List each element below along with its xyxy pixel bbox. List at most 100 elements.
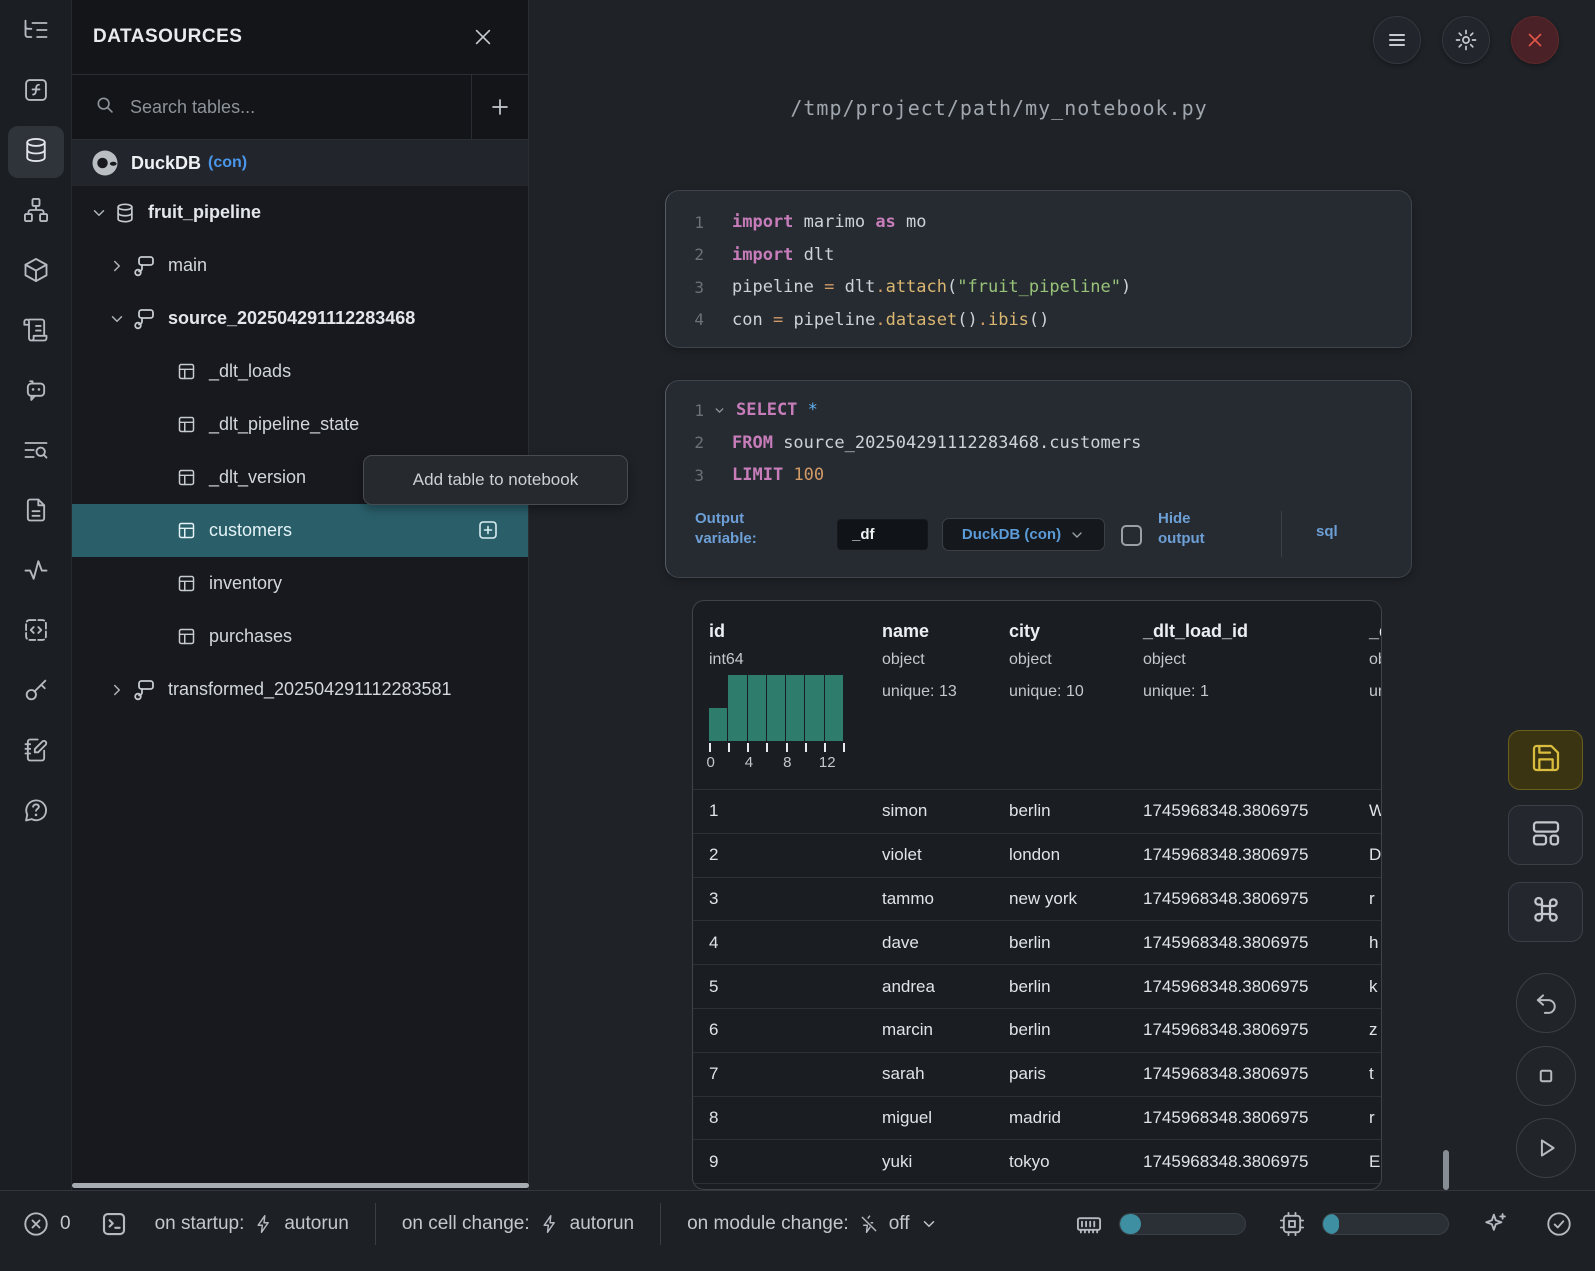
- table-cell: tokyo: [997, 1152, 1129, 1172]
- table-row[interactable]: 1simonberlin1745968348.3806975W: [693, 789, 1381, 833]
- table-row[interactable]: 9yukitokyo1745968348.3806975E: [693, 1139, 1381, 1183]
- schema-icon: [132, 254, 156, 278]
- on-module-change-control[interactable]: on module change: off: [687, 1213, 937, 1235]
- table-row[interactable]: 8miguelmadrid1745968348.3806975r: [693, 1096, 1381, 1140]
- nav-package-icon[interactable]: [8, 246, 64, 298]
- code-line[interactable]: 1SELECT *: [666, 394, 1411, 427]
- hide-output-checkbox[interactable]: [1121, 525, 1142, 546]
- undo-button[interactable]: [1516, 973, 1576, 1033]
- chevron-down-icon[interactable]: [90, 204, 108, 222]
- nav-list-search-icon[interactable]: [8, 426, 64, 478]
- tree-item-source_202504291112283468[interactable]: source_202504291112283468: [72, 292, 528, 345]
- search-input[interactable]: [130, 97, 471, 118]
- table-cell: berlin: [997, 933, 1129, 953]
- tree-item-main[interactable]: main: [72, 239, 528, 292]
- horizontal-scrollbar[interactable]: [72, 1183, 529, 1188]
- code-line[interactable]: 3pipeline = dlt.attach("fruit_pipeline"): [666, 271, 1411, 304]
- table-cell: t: [1361, 1064, 1381, 1084]
- tree-item-_dlt_pipeline_state[interactable]: _dlt_pipeline_state: [72, 398, 528, 451]
- connected-check-icon[interactable]: [1545, 1210, 1573, 1238]
- nav-activity-icon[interactable]: [8, 546, 64, 598]
- nav-code-box-icon[interactable]: [8, 606, 64, 658]
- column-header-_dlt_id[interactable]: _dlt_idobjectunique:: [1361, 601, 1381, 789]
- command-icon: [1530, 894, 1562, 931]
- table-row[interactable]: 7sarahparis1745968348.3806975t: [693, 1052, 1381, 1096]
- vertical-scrollbar[interactable]: [1443, 1150, 1449, 1190]
- histogram-tick-label: 8: [783, 754, 791, 771]
- sql-cell[interactable]: 1SELECT *2FROM source_202504291112283468…: [665, 380, 1412, 578]
- nav-chat-bot-icon[interactable]: [8, 366, 64, 418]
- hide-output-label: Hide output: [1158, 509, 1238, 549]
- close-panel-button[interactable]: [468, 22, 498, 52]
- table-cell: 4: [693, 933, 869, 953]
- tree-item-customers[interactable]: customers: [72, 504, 528, 557]
- shutdown-button[interactable]: [1511, 16, 1559, 64]
- scroll-icon: [22, 316, 50, 349]
- add-datasource-button[interactable]: [472, 75, 528, 140]
- settings-button[interactable]: [1442, 16, 1490, 64]
- chevron-right-icon[interactable]: [108, 681, 126, 699]
- fold-chevron-icon[interactable]: [708, 404, 730, 417]
- column-header-_dlt_load_id[interactable]: _dlt_load_idobjectunique: 1: [1129, 601, 1361, 789]
- table-cell: 3: [693, 889, 869, 909]
- code-line[interactable]: 1import marimo as mo: [666, 206, 1411, 239]
- histogram-bar: [709, 708, 727, 741]
- table-cell: 1745968348.3806975: [1129, 1020, 1361, 1040]
- output-variable-input[interactable]: [837, 519, 928, 550]
- tree-item-purchases[interactable]: purchases: [72, 610, 528, 663]
- nav-help-icon[interactable]: [8, 786, 64, 838]
- table-row[interactable]: 4daveberlin1745968348.3806975h: [693, 920, 1381, 964]
- zap-icon: [540, 1214, 560, 1234]
- terminal-icon[interactable]: [99, 1209, 129, 1239]
- code-line[interactable]: 3LIMIT 100: [666, 459, 1411, 492]
- chevron-down-icon[interactable]: [108, 310, 126, 328]
- nav-function-icon[interactable]: [8, 66, 64, 118]
- code-line[interactable]: 2import dlt: [666, 239, 1411, 272]
- nav-key-icon[interactable]: [8, 666, 64, 718]
- schema-icon: [132, 307, 156, 331]
- errors-icon[interactable]: [22, 1210, 50, 1238]
- python-cell[interactable]: 1import marimo as mo2import dlt3pipeline…: [665, 190, 1412, 348]
- command-palette-button[interactable]: [1508, 882, 1583, 942]
- connection-row-duckdb[interactable]: DuckDB (con): [72, 140, 528, 186]
- column-header-name[interactable]: nameobjectunique: 13: [869, 601, 997, 789]
- table-row[interactable]: 5andreaberlin1745968348.3806975k: [693, 964, 1381, 1008]
- chevron-right-icon[interactable]: [108, 257, 126, 275]
- menu-button[interactable]: [1373, 16, 1421, 64]
- on-startup-control[interactable]: on startup: autorun: [155, 1213, 349, 1235]
- engine-select[interactable]: DuckDB (con): [942, 518, 1105, 551]
- code-line[interactable]: 2FROM source_202504291112283468.customer…: [666, 427, 1411, 460]
- table-cell: yuki: [869, 1152, 997, 1172]
- code-line[interactable]: 4con = pipeline.dataset().ibis(): [666, 304, 1411, 337]
- tree-item-_dlt_loads[interactable]: _dlt_loads: [72, 345, 528, 398]
- on-cell-change-control[interactable]: on cell change: autorun: [402, 1213, 634, 1235]
- table-cell: 1745968348.3806975: [1129, 845, 1361, 865]
- tree-item-inventory[interactable]: inventory: [72, 557, 528, 610]
- nav-notebook-pen-icon[interactable]: [8, 726, 64, 778]
- save-button[interactable]: [1508, 730, 1583, 790]
- table-row[interactable]: 2violetlondon1745968348.3806975D: [693, 833, 1381, 877]
- table-cell: miguel: [869, 1108, 997, 1128]
- ai-sparkles-icon[interactable]: [1481, 1210, 1509, 1238]
- nav-hierarchy-icon[interactable]: [8, 186, 64, 238]
- layout-button[interactable]: [1508, 805, 1583, 865]
- nav-scroll-icon[interactable]: [8, 306, 64, 358]
- run-button[interactable]: [1516, 1118, 1576, 1178]
- column-header-id[interactable]: idint6404812: [693, 601, 869, 789]
- tree-item-transformed_202504291112283581[interactable]: transformed_202504291112283581: [72, 663, 528, 716]
- table-row[interactable]: 3tammonew york1745968348.3806975r: [693, 877, 1381, 921]
- nav-file-text-icon[interactable]: [8, 486, 64, 538]
- table-cell: 1745968348.3806975: [1129, 889, 1361, 909]
- table-row[interactable]: 6marcinberlin1745968348.3806975z: [693, 1008, 1381, 1052]
- add-table-to-notebook-button[interactable]: [476, 518, 500, 547]
- table-cell: 1745968348.3806975: [1129, 933, 1361, 953]
- column-header-city[interactable]: cityobjectunique: 10: [997, 601, 1129, 789]
- stop-button[interactable]: [1516, 1046, 1576, 1106]
- query-result-table[interactable]: idint6404812nameobjectunique: 13cityobje…: [692, 600, 1382, 1190]
- nav-file-tree-icon[interactable]: [8, 6, 64, 58]
- tree-item-label: inventory: [209, 573, 282, 594]
- nav-database-icon[interactable]: [8, 126, 64, 178]
- tree-item-fruit_pipeline[interactable]: fruit_pipeline: [72, 186, 528, 239]
- line-number: 2: [666, 245, 704, 264]
- notebook-area: /tmp/project/path/my_notebook.py 1import…: [529, 0, 1595, 1190]
